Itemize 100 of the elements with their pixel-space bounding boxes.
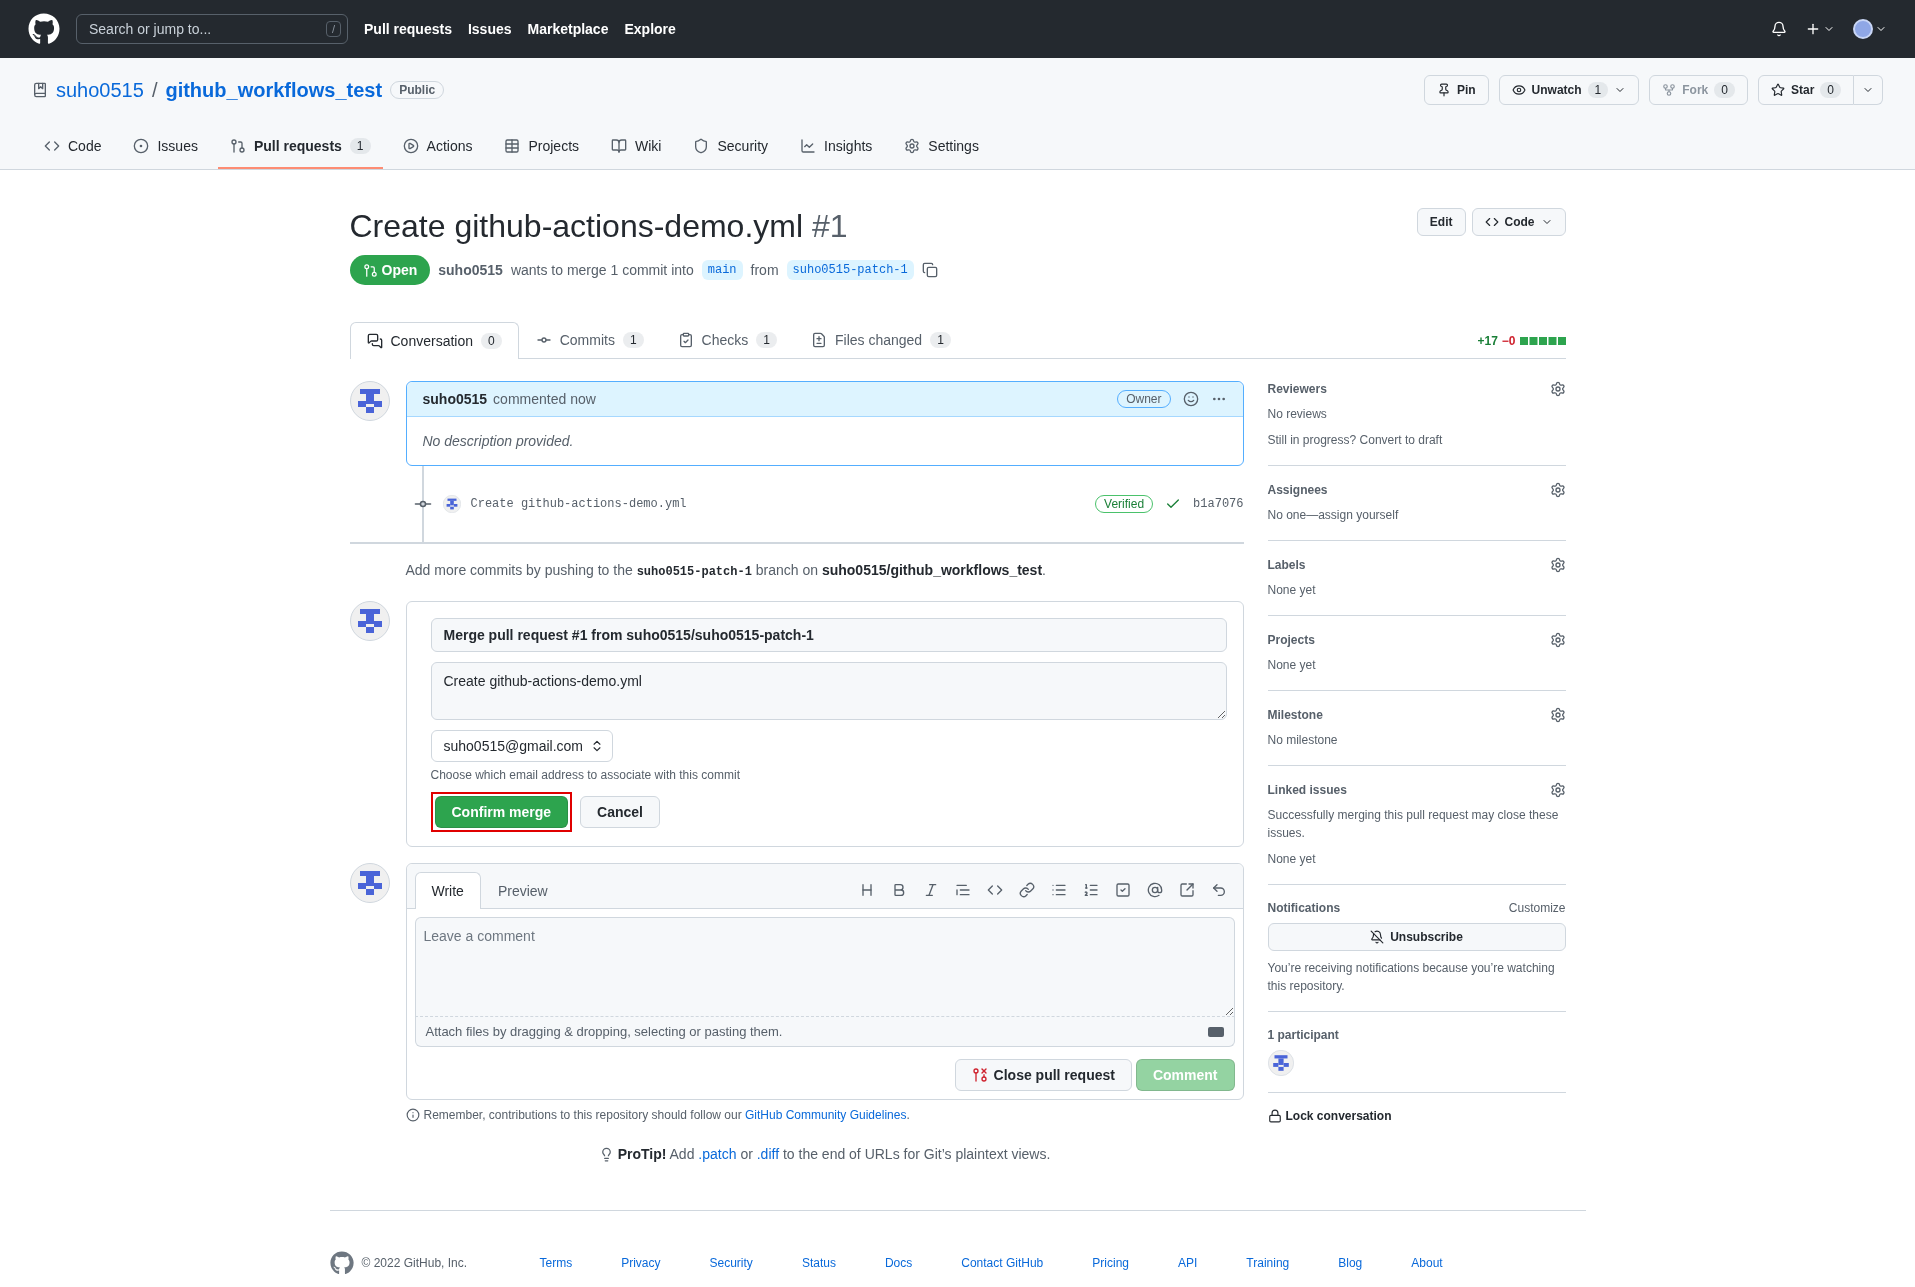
merge-message-field[interactable]: Create github-actions-demo.yml [430, 662, 1227, 720]
branch-label[interactable]: main [701, 260, 743, 280]
sidebar-title[interactable]: Reviewers [1267, 382, 1327, 396]
status-badge: Open [349, 255, 431, 285]
search-field[interactable]: Search or jump to... / [76, 14, 348, 44]
comment-time: commented now [493, 391, 596, 407]
branch-label[interactable]: suho0515-patch-1 [786, 260, 914, 280]
sidebar-title[interactable]: Linked issues [1267, 783, 1347, 797]
closed-pull-request-icon [971, 1067, 988, 1083]
gear-icon[interactable] [1549, 632, 1566, 648]
numbered-list-icon[interactable] [1082, 882, 1099, 898]
gear-icon[interactable] [1549, 557, 1566, 573]
plus-icon [1805, 21, 1821, 37]
repo-tab[interactable]: Settings [892, 128, 991, 169]
footer-link[interactable]: Status [801, 1256, 836, 1270]
checklist-icon [677, 332, 694, 348]
repo-tab[interactable]: Insights [788, 128, 885, 169]
commit-avatar-icon [442, 495, 461, 513]
sidebar-title[interactable]: Projects [1267, 633, 1315, 647]
reference-icon[interactable] [1178, 882, 1195, 898]
bullet-list-icon[interactable] [1050, 882, 1067, 898]
code-button[interactable]: Code [1471, 208, 1566, 236]
sidebar-title[interactable]: Assignees [1267, 483, 1328, 497]
repo-tab[interactable]: Projects [492, 128, 592, 169]
nav-link[interactable]: Explore [624, 21, 676, 37]
sidebar-title: Notifications [1267, 901, 1341, 915]
patch-link[interactable]: .patch [698, 1146, 737, 1162]
sidebar-title[interactable]: Milestone [1267, 708, 1323, 722]
sidebar-title[interactable]: Labels [1267, 558, 1306, 572]
quote-icon[interactable] [954, 882, 971, 898]
circle-dot-icon [133, 138, 150, 154]
author-name[interactable]: suho0515 [422, 391, 488, 407]
table-icon [504, 138, 521, 154]
task-list-icon[interactable] [1114, 882, 1131, 898]
repo-tab[interactable]: Issues [121, 128, 210, 169]
code-icon[interactable] [986, 882, 1003, 898]
link-icon[interactable] [1018, 882, 1035, 898]
from-label: from [750, 262, 779, 278]
owner-link[interactable]: suho0515 [56, 78, 144, 102]
repo-link[interactable]: github_workflows_test [165, 78, 383, 102]
cancel-button[interactable]: Cancel [580, 796, 660, 828]
footer-link[interactable]: Privacy [621, 1256, 661, 1270]
protip-text: ProTip! Add .patch or .diff to the end of URLs for Git’s plaintext views. [617, 1146, 1051, 1162]
gear-icon[interactable] [1549, 381, 1566, 397]
email-select[interactable]: suho0515@gmail.com [430, 730, 613, 762]
reply-icon[interactable] [1210, 882, 1227, 898]
merge-title-field[interactable]: Merge pull request #1 from suho0515/suho0515-patch-1 [430, 618, 1227, 652]
nav-link[interactable]: Issues [467, 21, 512, 37]
footer-link[interactable]: Docs [884, 1256, 913, 1270]
gear-icon[interactable] [1549, 782, 1566, 798]
sidebar-text: Successfully merging this pull request may close these issues. [1267, 807, 1560, 842]
count-badge: 1 [930, 332, 951, 348]
play-icon [402, 138, 419, 154]
star-button[interactable]: Star 0 [1757, 75, 1854, 105]
commit-sha[interactable]: b1a7076 [1193, 497, 1244, 511]
close-pull-request-button[interactable]: Close pull request [954, 1059, 1132, 1091]
repo-tab[interactable]: Actions [390, 128, 485, 169]
diff-link[interactable]: .diff [756, 1146, 780, 1162]
footer-link[interactable]: Terms [539, 1256, 573, 1270]
sidebar-text: No one—assign yourself [1267, 507, 1400, 524]
notifications-button[interactable] [1771, 21, 1787, 37]
sidebar-text: No reviews [1267, 406, 1328, 423]
footer-link[interactable]: Contact GitHub [961, 1256, 1044, 1270]
footer-link[interactable]: About [1411, 1256, 1443, 1270]
author-name[interactable]: suho0515 [438, 262, 503, 278]
profile-menu-button[interactable] [1853, 19, 1887, 39]
footer-link[interactable]: Pricing [1092, 1256, 1129, 1270]
footer-link[interactable]: Training [1246, 1256, 1290, 1270]
footer-link[interactable]: API [1178, 1256, 1198, 1270]
pin-button[interactable]: Pin [1423, 75, 1489, 105]
nav-link[interactable]: Marketplace [527, 21, 609, 37]
unsubscribe-button[interactable]: Unsubscribe [1267, 923, 1566, 951]
lock-conversation-link[interactable]: Lock conversation [1267, 1093, 1566, 1123]
footer-link[interactable]: Blog [1338, 1256, 1363, 1270]
create-menu-button[interactable] [1805, 21, 1835, 37]
search-input[interactable]: Search or jump to... [89, 21, 289, 37]
editor-tab[interactable]: Preview [480, 872, 565, 909]
editor-tab[interactable]: Write [414, 872, 481, 909]
gear-icon[interactable] [1549, 482, 1566, 498]
eye-icon [1511, 83, 1526, 97]
eye-button[interactable]: Unwatch 1 [1498, 75, 1640, 105]
sidebar-text: None yet [1267, 582, 1317, 599]
nav-link[interactable]: Pull requests [364, 21, 452, 37]
customize-link[interactable]: Customize [1508, 901, 1566, 915]
edit-button[interactable]: Edit [1416, 208, 1466, 236]
mention-icon[interactable] [1146, 882, 1163, 898]
commit-message[interactable]: Create github-actions-demo.yml [470, 497, 687, 511]
repo-tab[interactable]: Wiki [599, 128, 674, 169]
participant-avatar-icon [1267, 1050, 1294, 1076]
emoji-icon [1182, 391, 1199, 407]
gear-icon[interactable] [1549, 707, 1566, 723]
pr-tab[interactable]: Conversation 0 [349, 322, 519, 359]
path-separator: / [151, 78, 158, 102]
repo-tab[interactable]: Pull requests 1 [217, 128, 383, 169]
comment-field[interactable]: Leave a comment [414, 917, 1235, 1017]
avatar-icon [349, 601, 390, 641]
footer-link[interactable]: Security [709, 1256, 753, 1270]
repo-tab[interactable]: Security [681, 128, 781, 169]
logo-icon[interactable] [28, 13, 60, 45]
repo-tab[interactable]: Code [32, 128, 114, 169]
